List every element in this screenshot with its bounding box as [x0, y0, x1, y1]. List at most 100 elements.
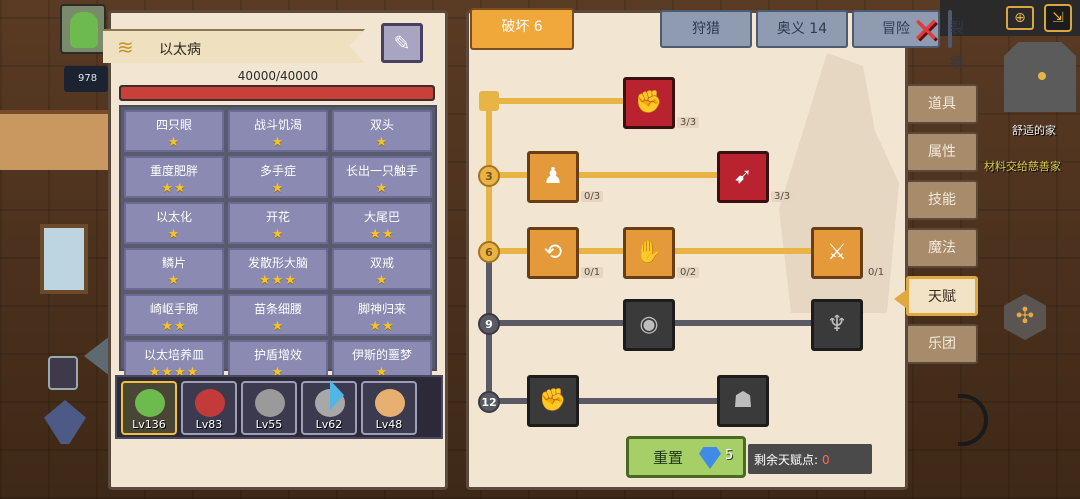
reset-button[interactable]: 重置 5 [626, 436, 746, 478]
trait-name: 崎岖手腕 [149, 302, 198, 316]
member-avatar [255, 389, 285, 417]
traits-grid: 四只眼 ★ 战斗饥渴 ★ 双头 ★ 重度肥胖 ★★ 多手症 ★ 长出一只触手 ★ 以太化 ★ 开花 ★ 大尾巴 ★… [119, 105, 437, 382]
tab-2[interactable]: 奥义 14 [756, 10, 848, 48]
tier-badge-12: 12 [478, 391, 500, 413]
trait-stars: ★ [271, 319, 285, 334]
trait-card[interactable]: 脚神归来 ★★ [332, 294, 432, 336]
party-member[interactable]: Lv55 [241, 381, 297, 435]
exit-icon[interactable]: ⇲ [1044, 4, 1072, 32]
talent-node-sword-strike[interactable]: ⚔ [811, 227, 863, 279]
minimap-player-marker [1038, 72, 1046, 80]
trait-card[interactable]: 战斗饥渴 ★ [228, 110, 328, 152]
tab-1[interactable]: 狩猎 [660, 10, 752, 48]
side-menu-2[interactable]: 技能 [906, 180, 978, 220]
party-member[interactable]: Lv83 [181, 381, 237, 435]
wind-icon: ≋ [117, 35, 134, 59]
member-level: Lv55 [255, 418, 283, 431]
talent-node-fist-punch[interactable]: ✋ [623, 227, 675, 279]
trait-card[interactable]: 以太化 ★ [124, 202, 224, 244]
trait-stars: ★ [271, 135, 285, 150]
trait-card[interactable]: 开花 ★ [228, 202, 328, 244]
trait-name: 重度肥胖 [149, 164, 198, 178]
talent-node-card-swap[interactable]: ⟲ [527, 227, 579, 279]
trait-card[interactable]: 长出一只触手 ★ [332, 156, 432, 198]
trait-name: 多手症 [259, 164, 296, 178]
scene-nav-arrow[interactable] [84, 336, 110, 376]
trait-name: 伊斯的噩梦 [351, 348, 412, 362]
trait-stars: ★★ [369, 227, 395, 242]
tier-badge-3: 3 [478, 165, 500, 187]
close-icon[interactable]: ✕ [908, 14, 944, 50]
talent-node-arm-wrestle[interactable]: ✊ [623, 77, 675, 129]
category-tabs: 破坏 6狩猎奥义 14冒险裂痕 [470, 8, 964, 71]
member-avatar [135, 389, 165, 417]
party-member[interactable]: Lv62 [301, 381, 357, 435]
tab-4[interactable]: 裂痕 [948, 10, 964, 71]
talent-node-bat-wing[interactable]: ♆ [811, 299, 863, 351]
hp-text: 40000/40000 [237, 69, 319, 83]
scene-frame [48, 356, 78, 390]
globe-icon[interactable]: ⊕ [1006, 6, 1034, 30]
trait-stars: ★ [167, 135, 181, 150]
trait-name: 鳞片 [161, 256, 186, 270]
talent-count: 0/1 [581, 267, 604, 278]
status-title-ribbon: ≋ 以太病 [103, 29, 365, 63]
trait-name: 双戒 [369, 256, 394, 270]
trait-card[interactable]: 双戒 ★ [332, 248, 432, 290]
talent-node-muscle-body[interactable]: ♟ [527, 151, 579, 203]
trait-card[interactable]: 大尾巴 ★★ [332, 202, 432, 244]
trait-card[interactable]: 双头 ★ [332, 110, 432, 152]
hud-left-area: 978 [0, 0, 110, 499]
trait-card[interactable]: 崎岖手腕 ★★ [124, 294, 224, 336]
player-portrait[interactable] [60, 4, 106, 54]
trait-card[interactable]: 鳞片 ★ [124, 248, 224, 290]
trait-card[interactable]: 发散形大脑 ★★★ [228, 248, 328, 290]
talent-node-blood-arrow[interactable]: ➹ [717, 151, 769, 203]
trait-name: 战斗饥渴 [253, 118, 302, 132]
talent-panel: 3 6 9 12 ✊ 3/3 ♟ 0/3 ➹ 3/3 ⟲ 0/1 ✋ 0/2 ⚔ 0/1 ◉ ♆ ✊ ☗ [466, 10, 908, 490]
talent-count: 0/1 [865, 267, 888, 278]
scene-counter [0, 110, 108, 170]
trait-name: 苗条细腰 [253, 302, 302, 316]
syringe-icon: ✎ [393, 31, 411, 55]
party-member[interactable]: Lv136 [121, 381, 177, 435]
trait-stars: ★ [167, 227, 181, 242]
member-level: Lv62 [315, 418, 343, 431]
member-level: Lv136 [132, 418, 166, 431]
side-menu-3[interactable]: 魔法 [906, 228, 978, 268]
side-menu-4[interactable]: 天赋 [906, 276, 978, 316]
remaining-points-label: 剩余天赋点: [754, 453, 819, 467]
location-label: 舒适的家 [1012, 124, 1056, 137]
talent-node-iron-fist[interactable]: ✊ [527, 375, 579, 427]
trait-stars: ★★★ [259, 273, 297, 288]
scene-weapon-icon [44, 400, 86, 444]
quest-label[interactable]: 材料交给慈善家 [984, 158, 1061, 174]
syringe-button[interactable]: ✎ [381, 23, 423, 63]
trait-card[interactable]: 四只眼 ★ [124, 110, 224, 152]
side-menu-0[interactable]: 道具 [906, 84, 978, 124]
talent-count: 0/2 [677, 267, 700, 278]
side-menu-5[interactable]: 乐团 [906, 324, 978, 364]
trait-card[interactable]: 多手症 ★ [228, 156, 328, 198]
reset-cost: 5 [725, 448, 734, 463]
trait-card[interactable]: 重度肥胖 ★★ [124, 156, 224, 198]
side-menu-1[interactable]: 属性 [906, 132, 978, 172]
talent-node-gauntlet[interactable]: ☗ [717, 375, 769, 427]
party-member[interactable]: Lv48 [361, 381, 417, 435]
trait-name: 长出一只触手 [345, 164, 418, 178]
talent-node-ripple-orb[interactable]: ◉ [623, 299, 675, 351]
trait-stars: ★ [167, 273, 181, 288]
member-level: Lv83 [195, 418, 223, 431]
status-title: 以太病 [159, 42, 201, 58]
talent-count: 3/3 [677, 117, 700, 128]
trait-name: 以太培养皿 [143, 348, 204, 362]
trait-stars: ★ [375, 181, 389, 196]
trait-name: 四只眼 [155, 118, 192, 132]
trait-card[interactable]: 苗条细腰 ★ [228, 294, 328, 336]
member-level: Lv48 [375, 418, 403, 431]
hp-bar [119, 85, 435, 101]
trait-stars: ★ [271, 181, 285, 196]
trait-stars: ★ [271, 227, 285, 242]
trait-stars: ★★ [369, 319, 395, 334]
tab-0[interactable]: 破坏 6 [470, 8, 574, 50]
